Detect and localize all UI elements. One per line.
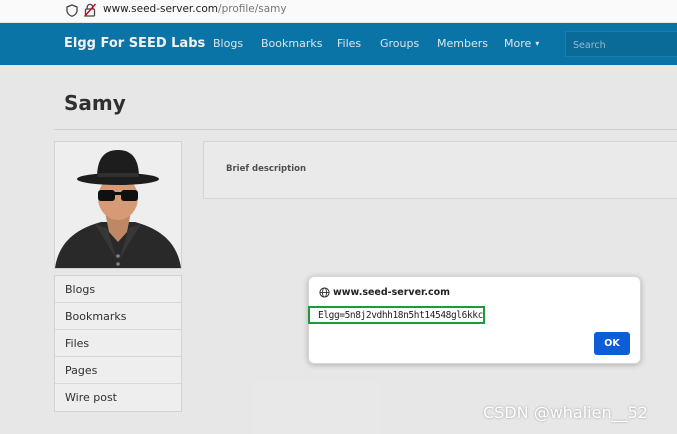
globe-icon xyxy=(319,287,330,298)
alert-message: Elgg=5n8j2vdhh18n5ht14548gl6kkc xyxy=(308,306,485,324)
alert-origin: www.seed-server.com xyxy=(333,287,451,298)
ok-button[interactable]: OK xyxy=(594,332,630,355)
url-path: /profile/samy xyxy=(218,3,287,15)
url-host: www.seed-server.com xyxy=(103,3,219,15)
shield-icon[interactable] xyxy=(66,4,78,17)
watermark: CSDN @whalien__52 xyxy=(483,403,648,422)
url-bar[interactable]: www.seed-server.com/profile/samy xyxy=(0,0,677,23)
alert-dialog: www.seed-server.com Elgg=5n8j2vdhh18n5ht… xyxy=(308,276,641,364)
modal-overlay xyxy=(0,23,677,434)
lock-insecure-icon[interactable] xyxy=(84,3,96,17)
url-text[interactable]: www.seed-server.com/profile/samy xyxy=(103,3,287,15)
